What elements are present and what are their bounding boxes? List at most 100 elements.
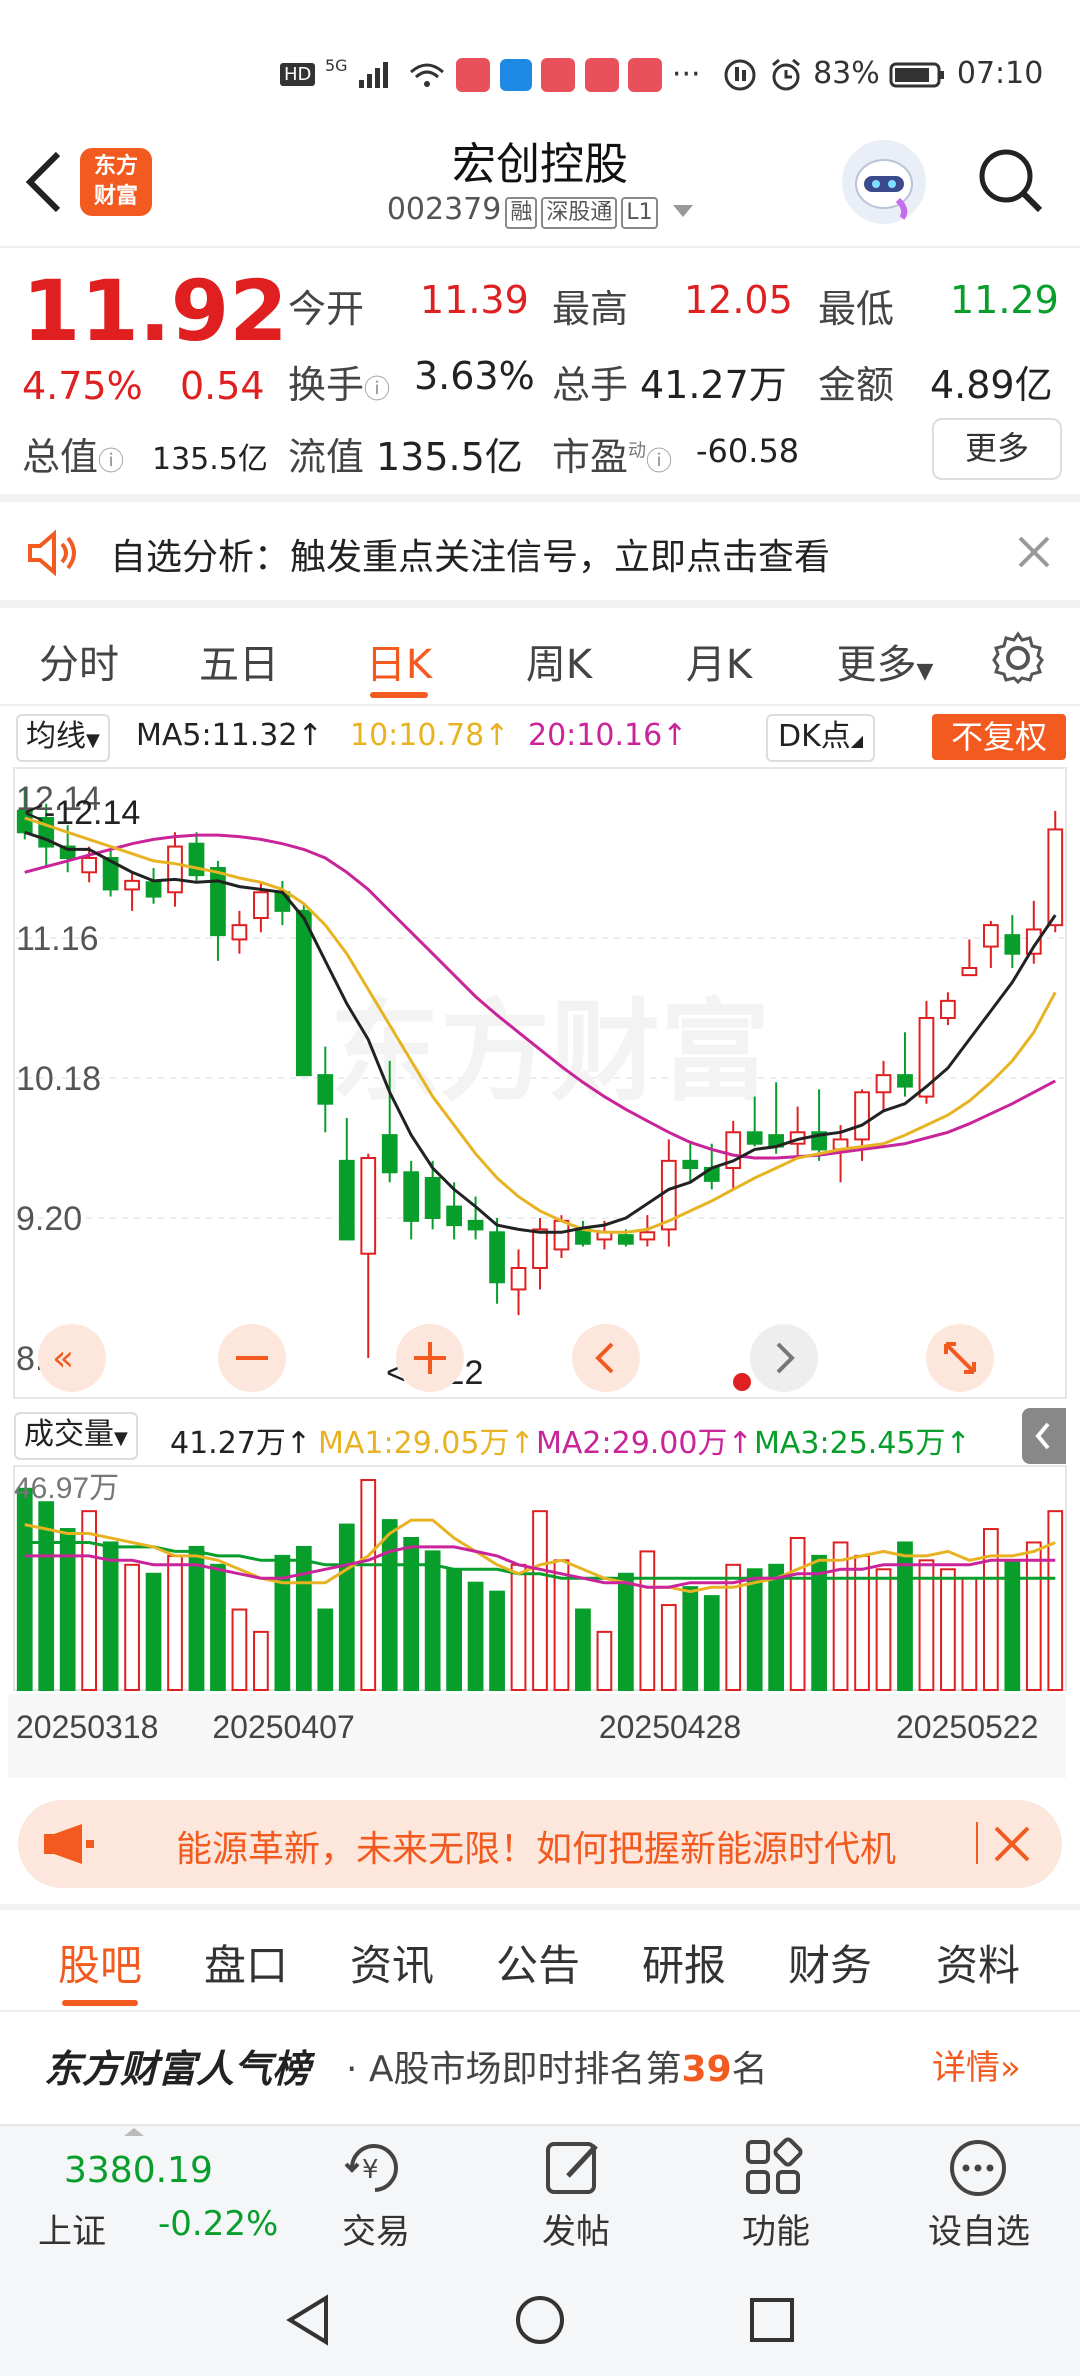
tab-news[interactable]: 资讯 bbox=[312, 1932, 472, 1993]
volume-bar bbox=[360, 1479, 377, 1691]
info-icon[interactable]: ⓘ bbox=[98, 447, 124, 477]
candle-body bbox=[381, 1134, 398, 1174]
tab-more[interactable]: 更多▼ bbox=[820, 632, 950, 690]
candle-body bbox=[124, 879, 140, 891]
tab-monthly-k[interactable]: 月K bbox=[654, 632, 784, 690]
close-icon[interactable] bbox=[1016, 534, 1052, 570]
tab-announcements[interactable]: 公告 bbox=[458, 1932, 618, 1993]
alarm-icon bbox=[771, 58, 800, 90]
max-marker: <-12.14 bbox=[24, 794, 140, 832]
signal-dot bbox=[733, 1373, 751, 1391]
candle-body bbox=[982, 924, 999, 948]
volume-bar bbox=[768, 1563, 785, 1692]
scroll-left-button[interactable] bbox=[572, 1324, 640, 1392]
volume-selector[interactable]: 成交量▼ bbox=[14, 1412, 138, 1460]
volume-bar bbox=[1004, 1559, 1021, 1691]
tab-profile[interactable]: 资料 bbox=[898, 1932, 1058, 1993]
volume-bar bbox=[424, 1550, 441, 1691]
volume-bar bbox=[811, 1554, 827, 1691]
nav-trade[interactable]: 交易 bbox=[314, 2204, 438, 2253]
content-tabs: 股吧 盘口 资讯 公告 研报 财务 资料 bbox=[0, 1910, 1080, 2010]
index-change[interactable]: -0.22% bbox=[158, 2204, 278, 2244]
popularity-rank[interactable]: 东方财富人气榜 · A股市场即时排名第39名 详情» bbox=[0, 2014, 1080, 2110]
tab-financials[interactable]: 财务 bbox=[750, 1932, 910, 1993]
volume-readout: 41.27万↑ bbox=[170, 1426, 312, 1461]
alert-text: 自选分析：触发重点关注信号，立即点击查看 bbox=[110, 537, 831, 578]
info-icon[interactable]: ⓘ bbox=[364, 375, 390, 405]
nav-functions[interactable]: 功能 bbox=[714, 2204, 838, 2253]
candle-body bbox=[575, 1228, 591, 1245]
candle-body bbox=[682, 1159, 699, 1170]
divider bbox=[976, 1822, 978, 1864]
search-button[interactable] bbox=[976, 146, 1046, 216]
battery-percent: 83% bbox=[813, 56, 880, 91]
candle-body bbox=[746, 1131, 763, 1145]
kline-chart[interactable]: 东方财富 12.1411.1610.189.208.22 <-12.14 <-8… bbox=[0, 700, 1080, 1780]
tab-daily-k[interactable]: 日K bbox=[334, 632, 464, 690]
amount-value: 4.89亿 bbox=[930, 363, 1053, 407]
back-triangle-icon[interactable] bbox=[282, 2292, 338, 2348]
scroll-right-button[interactable] bbox=[750, 1324, 818, 1392]
info-icon[interactable]: ⓘ bbox=[646, 447, 672, 477]
index-value[interactable]: 3380.19 bbox=[64, 2150, 213, 2191]
nav-add-watchlist[interactable]: 设自选 bbox=[914, 2204, 1044, 2253]
home-circle-icon[interactable] bbox=[512, 2292, 568, 2348]
date-tick-label: 20250522 bbox=[896, 1709, 1038, 1745]
signal-icon bbox=[359, 61, 389, 88]
tab-research[interactable]: 研报 bbox=[604, 1932, 764, 1993]
candle-body bbox=[424, 1177, 441, 1219]
caret-down-icon[interactable] bbox=[673, 204, 694, 217]
close-icon[interactable] bbox=[990, 1822, 1034, 1866]
status-right: 83% 07:10 bbox=[722, 56, 1043, 93]
candle-body bbox=[317, 1074, 334, 1105]
back-button[interactable] bbox=[18, 150, 70, 214]
index-name[interactable]: 上证 bbox=[38, 2204, 106, 2253]
candle-body bbox=[274, 891, 291, 912]
hd-icon: HD bbox=[280, 63, 316, 86]
volume-bar bbox=[317, 1608, 334, 1691]
tab-weekly-k[interactable]: 周K bbox=[494, 632, 624, 690]
recents-square-icon[interactable] bbox=[744, 2292, 800, 2348]
alert-bar[interactable]: 自选分析：触发重点关注信号，立即点击查看 bbox=[0, 504, 1080, 600]
volume-bar bbox=[832, 1541, 849, 1692]
volume-bar bbox=[746, 1568, 763, 1692]
tab-orderbook[interactable]: 盘口 bbox=[166, 1932, 326, 1993]
volume-bar bbox=[660, 1604, 677, 1692]
settings-button[interactable] bbox=[990, 630, 1046, 686]
candle-body bbox=[532, 1228, 548, 1270]
tab-intraday[interactable]: 分时 bbox=[14, 632, 144, 690]
price-tick-label: 11.16 bbox=[16, 920, 99, 958]
low-label: 最低 bbox=[818, 287, 895, 331]
app-logo: 东方 财富 bbox=[80, 148, 152, 216]
rank-number: 39 bbox=[681, 2049, 732, 2090]
caret-down-icon: ▼ bbox=[916, 659, 934, 684]
promo-banner[interactable]: 能源革新，未来无限！如何把握新能源时代机 bbox=[18, 1800, 1062, 1888]
candle-body bbox=[253, 891, 269, 920]
candle-body bbox=[360, 1157, 377, 1255]
assistant-avatar[interactable] bbox=[842, 140, 926, 224]
watermark: 东方财富 bbox=[330, 991, 770, 1114]
tab-five-day[interactable]: 五日 bbox=[174, 632, 304, 690]
candle-body bbox=[403, 1171, 420, 1222]
more-button[interactable]: 更多 bbox=[932, 418, 1062, 480]
date-tick-label: 20250318 bbox=[16, 1709, 158, 1745]
volume-bar bbox=[489, 1590, 505, 1691]
tab-forum[interactable]: 股吧 bbox=[20, 1932, 180, 1993]
speaker-icon bbox=[28, 529, 76, 577]
volume-bar bbox=[338, 1523, 355, 1691]
volume-bar bbox=[510, 1563, 527, 1692]
volume-bar bbox=[982, 1528, 999, 1691]
volume-bar bbox=[1047, 1510, 1064, 1691]
divider bbox=[0, 600, 1080, 608]
panel-collapse-button[interactable] bbox=[1022, 1408, 1066, 1464]
expand-handle[interactable] bbox=[124, 2128, 144, 2136]
volume-bar bbox=[1025, 1541, 1042, 1692]
rank-detail-link[interactable]: 详情» bbox=[932, 2040, 1021, 2089]
candle-body bbox=[618, 1234, 634, 1245]
status-icons: HD 5G ··· bbox=[280, 56, 701, 92]
nav-post[interactable]: 发帖 bbox=[514, 2204, 638, 2253]
volume-bar bbox=[553, 1559, 570, 1691]
divider bbox=[0, 2010, 1080, 2012]
robot-icon bbox=[855, 159, 913, 220]
candle-body bbox=[553, 1219, 570, 1251]
